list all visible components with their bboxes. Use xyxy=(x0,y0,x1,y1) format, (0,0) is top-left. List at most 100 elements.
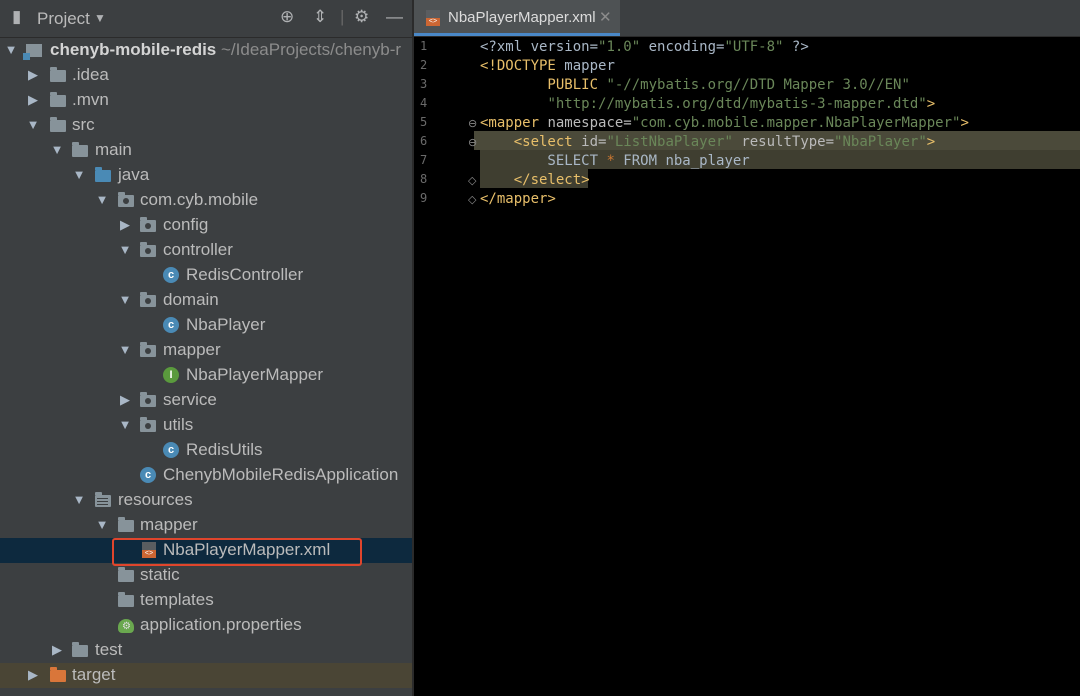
tree-item-mapper-pkg[interactable]: ▼ mapper xyxy=(0,338,412,363)
code-line[interactable]: "http://mybatis.org/dtd/mybatis-3-mapper… xyxy=(480,96,935,115)
tree-item-idea[interactable]: ▶ .idea xyxy=(0,63,412,88)
fold-marker-icon[interactable]: ⊖ xyxy=(468,136,477,149)
code-token: > xyxy=(926,134,936,150)
chevron-down-icon[interactable]: ▼ xyxy=(118,342,132,357)
folder-icon xyxy=(50,92,66,108)
tree-item-label: NbaPlayerMapper xyxy=(186,365,324,384)
tree-item-mvn[interactable]: ▶ .mvn xyxy=(0,88,412,113)
tree-item-target[interactable]: ▶ target xyxy=(0,663,412,688)
tree-item-test[interactable]: ▶ test xyxy=(0,638,412,663)
tree-item-label: RedisUtils xyxy=(186,440,263,459)
chevron-down-icon[interactable]: ▼ xyxy=(118,242,132,257)
code-line[interactable]: <!DOCTYPE mapper xyxy=(480,58,615,77)
tree-item-templates[interactable]: templates xyxy=(0,588,412,613)
tree-item-rediscontroller[interactable]: c RedisController xyxy=(0,263,412,288)
code-token: > xyxy=(960,115,969,131)
tab-nbaplayermapper-xml[interactable]: NbaPlayerMapper.xml ✕ xyxy=(414,0,620,36)
tree-item-root[interactable]: ▼ chenyb-mobile-redis ~/IdeaProjects/che… xyxy=(0,38,412,63)
tree-item-config[interactable]: ▶ config xyxy=(0,213,412,238)
code-editor[interactable]: NbaPlayerMapper.xml ✕ 1 2 3 4 5 6 7 8 9 … xyxy=(414,0,1080,696)
code-line[interactable]: PUBLIC "-//mybatis.org//DTD Mapper 3.0//… xyxy=(480,77,909,96)
tree-item-controller[interactable]: ▼ controller xyxy=(0,238,412,263)
chevron-right-icon[interactable]: ▶ xyxy=(26,67,40,83)
tree-item-service[interactable]: ▶ service xyxy=(0,388,412,413)
tree-item-nbaplayermapper[interactable]: I NbaPlayerMapper xyxy=(0,363,412,388)
code-line[interactable]: SELECT * FROM nba_player xyxy=(480,153,749,172)
code-token: "com.cyb.mobile.mapper.NbaPlayerMapper" xyxy=(631,115,961,131)
line-number: 9 xyxy=(420,191,428,205)
project-path: ~/IdeaProjects/chenyb-r xyxy=(221,40,402,59)
class-icon: c xyxy=(163,317,179,333)
project-view-icon[interactable]: ▮ xyxy=(12,7,21,27)
chevron-down-icon[interactable]: ▼ xyxy=(72,492,86,507)
fold-end-icon[interactable]: ◇ xyxy=(468,193,476,206)
locate-icon[interactable]: ⊕ xyxy=(280,7,294,27)
chevron-right-icon[interactable]: ▶ xyxy=(118,392,132,408)
code-line[interactable]: <mapper namespace="com.cyb.mobile.mapper… xyxy=(480,115,969,134)
chevron-right-icon[interactable]: ▶ xyxy=(26,667,40,683)
chevron-right-icon[interactable]: ▶ xyxy=(50,642,64,658)
tree-item-src[interactable]: ▼ src xyxy=(0,113,412,138)
chevron-down-icon[interactable]: ▼ xyxy=(118,417,132,432)
resources-folder-icon xyxy=(95,492,111,508)
tree-item-redisutils[interactable]: c RedisUtils xyxy=(0,438,412,463)
chevron-down-icon[interactable]: ▼ xyxy=(94,11,106,25)
class-icon: c xyxy=(163,442,179,458)
spring-boot-app-icon: c xyxy=(140,467,156,483)
tree-item-mapper-res[interactable]: ▼ mapper xyxy=(0,513,412,538)
chevron-down-icon[interactable]: ▼ xyxy=(4,42,18,57)
code-token: SELECT xyxy=(480,153,607,169)
chevron-down-icon[interactable]: ▼ xyxy=(26,117,40,132)
tree-item-java[interactable]: ▼ java xyxy=(0,163,412,188)
chevron-down-icon[interactable]: ▼ xyxy=(50,142,64,157)
code-token: <?xml version= xyxy=(480,39,599,55)
fold-end-icon[interactable]: ◇ xyxy=(468,174,476,187)
line-number: 2 xyxy=(420,58,428,72)
tree-item-main[interactable]: ▼ main xyxy=(0,138,412,163)
code-token: <!DOCTYPE xyxy=(480,58,565,74)
code-token: "ListNbaPlayer" xyxy=(606,134,733,150)
tree-item-label: static xyxy=(140,565,180,584)
folder-icon xyxy=(50,67,66,83)
tree-item-label: java xyxy=(118,165,150,184)
package-icon xyxy=(140,392,156,408)
chevron-right-icon[interactable]: ▶ xyxy=(118,217,132,233)
tree-item-label: templates xyxy=(140,590,214,609)
code-token: "http://mybatis.org/dtd/mybatis-3-mapper… xyxy=(547,96,927,112)
tree-item-application-properties[interactable]: application.properties xyxy=(0,613,412,638)
tree-item-label: test xyxy=(95,640,123,659)
tree-item-label: target xyxy=(72,665,116,684)
code-line[interactable]: <?xml version="1.0" encoding="UTF-8" ?> xyxy=(480,39,809,58)
code-token: </mapper> xyxy=(480,191,556,207)
chevron-down-icon[interactable]: ▼ xyxy=(95,192,109,207)
tree-item-nbaplayer[interactable]: c NbaPlayer xyxy=(0,313,412,338)
chevron-right-icon[interactable]: ▶ xyxy=(26,92,40,108)
close-icon[interactable]: ✕ xyxy=(599,8,612,26)
chevron-down-icon[interactable]: ▼ xyxy=(95,517,109,532)
code-line[interactable]: </select> xyxy=(480,172,590,191)
line-gutter[interactable]: 1 2 3 4 5 6 7 8 9 ⊖ ⊖ ◇ ◇ xyxy=(414,37,477,696)
code-line[interactable]: </mapper> xyxy=(480,191,556,210)
tree-item-domain[interactable]: ▼ domain xyxy=(0,288,412,313)
line-number: 7 xyxy=(420,153,428,167)
folder-icon xyxy=(72,642,88,658)
chevron-down-icon[interactable]: ▼ xyxy=(72,167,86,182)
properties-file-icon xyxy=(118,617,134,633)
tree-item-resources[interactable]: ▼ resources xyxy=(0,488,412,513)
fold-marker-icon[interactable]: ⊖ xyxy=(468,117,477,130)
code-line[interactable]: <select id="ListNbaPlayer" resultType="N… xyxy=(480,134,936,153)
interface-icon: I xyxy=(163,367,179,383)
hide-icon[interactable]: — xyxy=(386,7,403,27)
chevron-down-icon[interactable]: ▼ xyxy=(118,292,132,307)
tree-item-utils[interactable]: ▼ utils xyxy=(0,413,412,438)
tree-item-static[interactable]: static xyxy=(0,563,412,588)
tree-item-package[interactable]: ▼ com.cyb.mobile xyxy=(0,188,412,213)
package-icon xyxy=(140,217,156,233)
tree-item-label: NbaPlayer xyxy=(186,315,266,334)
gear-icon[interactable]: ⚙ xyxy=(354,7,369,27)
collapse-all-icon[interactable]: ⇕ xyxy=(313,7,327,27)
project-panel-title[interactable]: Project xyxy=(37,9,90,29)
module-icon xyxy=(23,42,42,60)
code-token: PUBLIC xyxy=(480,77,607,93)
tree-item-application[interactable]: c ChenybMobileRedisApplication xyxy=(0,463,412,488)
